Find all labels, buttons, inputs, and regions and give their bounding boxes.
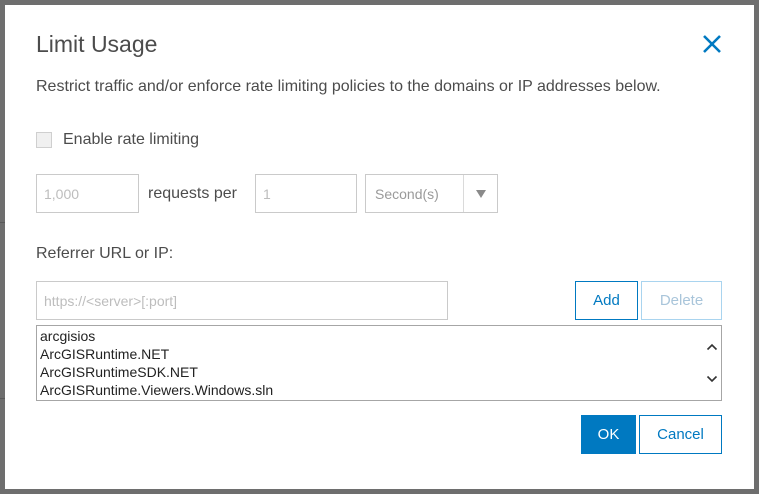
time-unit-select[interactable]: Second(s)	[365, 174, 498, 213]
delete-button[interactable]: Delete	[641, 281, 722, 320]
referrer-url-input[interactable]	[36, 281, 448, 320]
enable-rate-limiting-label: Enable rate limiting	[63, 131, 200, 148]
time-unit-value: Second(s)	[375, 185, 439, 202]
referrer-list-items: arcgisios ArcGISRuntime.NET ArcGISRuntim…	[40, 327, 701, 399]
referrer-list[interactable]: arcgisios ArcGISRuntime.NET ArcGISRuntim…	[36, 325, 722, 401]
dialog-title: Limit Usage	[36, 31, 158, 57]
limit-usage-dialog: Limit Usage Restrict traffic and/or enfo…	[5, 5, 754, 489]
dropdown-arrow[interactable]	[463, 175, 497, 212]
list-item[interactable]: ArcGISRuntime.NET	[40, 345, 701, 363]
chevron-down-icon	[706, 375, 718, 383]
list-item[interactable]: ArcGISRuntimeSDK.NET	[40, 363, 701, 381]
list-scrollbar[interactable]	[703, 326, 721, 400]
list-item[interactable]: arcgisios	[40, 327, 701, 345]
enable-rate-limiting-row[interactable]: Enable rate limiting	[36, 131, 199, 149]
add-button[interactable]: Add	[575, 281, 638, 320]
period-value-input[interactable]	[255, 174, 357, 213]
ok-button[interactable]: OK	[581, 415, 636, 454]
dialog-description: Restrict traffic and/or enforce rate lim…	[36, 78, 661, 95]
enable-rate-limiting-checkbox[interactable]	[36, 132, 52, 148]
request-count-input[interactable]	[36, 174, 139, 213]
triangle-down-icon	[475, 189, 486, 198]
cancel-button[interactable]: Cancel	[639, 415, 722, 454]
scroll-up-button[interactable]	[705, 340, 719, 354]
close-button[interactable]	[698, 30, 726, 58]
list-item[interactable]: ArcGISRuntime.Viewers.Windows.sln	[40, 381, 701, 399]
requests-per-label: requests per	[148, 185, 237, 202]
scroll-down-button[interactable]	[705, 372, 719, 386]
chevron-up-icon	[706, 343, 718, 351]
close-icon	[703, 35, 721, 53]
referrer-label: Referrer URL or IP:	[36, 245, 174, 262]
